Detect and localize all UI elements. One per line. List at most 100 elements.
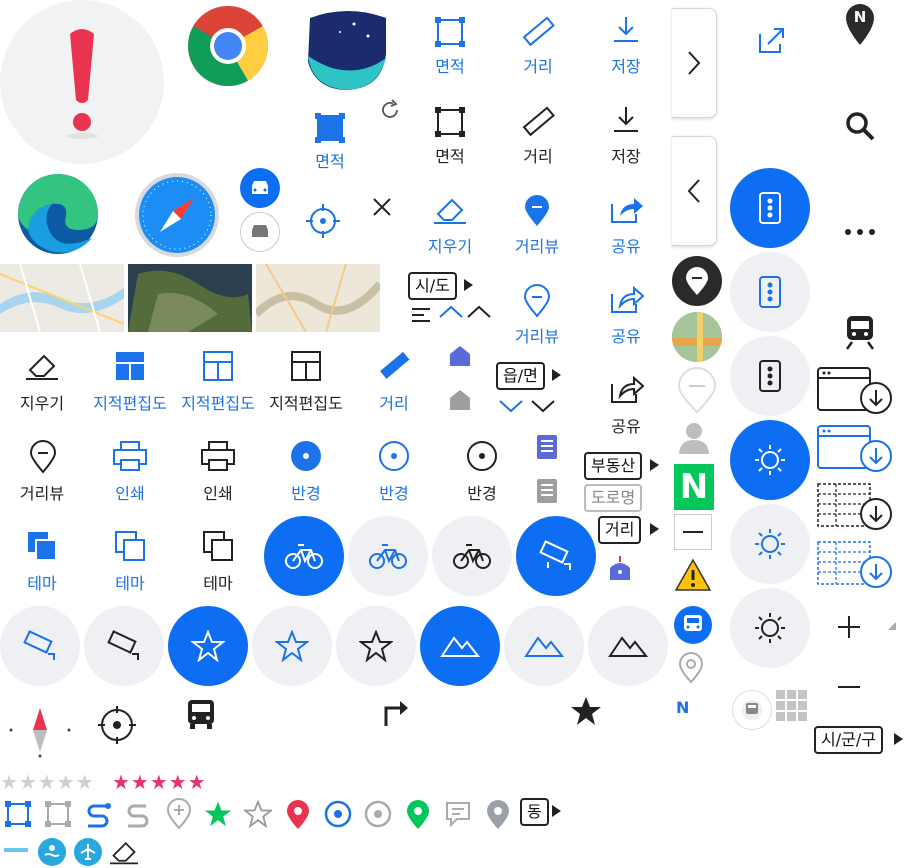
more-icon[interactable] xyxy=(844,226,876,238)
area-small-blue-icon[interactable] xyxy=(4,800,32,828)
train-icon[interactable] xyxy=(844,314,876,350)
star-filled-dark-icon[interactable] xyxy=(570,696,602,726)
chevron-up-icon[interactable] xyxy=(466,304,492,320)
bicycle-button[interactable] xyxy=(432,516,512,596)
download-table-blue-icon[interactable] xyxy=(816,540,894,590)
traffic-light-button[interactable] xyxy=(730,336,810,416)
chevron-up-blue-icon[interactable] xyxy=(438,304,464,320)
area-icon[interactable] xyxy=(434,106,466,138)
pin-red-icon[interactable] xyxy=(286,800,310,830)
pin-green-icon[interactable] xyxy=(406,800,430,830)
bicycle-active-button[interactable] xyxy=(264,516,344,596)
radius-icon[interactable] xyxy=(466,440,498,472)
panel-expand-tab[interactable] xyxy=(672,8,717,118)
speech-bubble-icon[interactable] xyxy=(444,800,472,828)
star-green-icon[interactable] xyxy=(204,800,232,828)
airport-icon[interactable] xyxy=(74,838,102,866)
map-mini-button[interactable] xyxy=(672,312,722,362)
print-icon[interactable] xyxy=(200,440,236,472)
radius-icon-blue[interactable] xyxy=(378,440,410,472)
star-outline-icon[interactable] xyxy=(244,800,272,828)
share-filled-icon[interactable] xyxy=(608,194,644,226)
location-target-icon[interactable] xyxy=(304,202,342,240)
export-icon[interactable] xyxy=(756,26,786,54)
house-blue-icon[interactable] xyxy=(448,344,472,368)
area-small-gray-icon[interactable] xyxy=(44,800,72,828)
radius-filled-icon[interactable] xyxy=(290,440,322,472)
ruler-filled-icon[interactable] xyxy=(376,348,412,384)
panel-collapse-tab[interactable] xyxy=(672,136,717,246)
download-window-blue-icon[interactable] xyxy=(816,424,894,474)
traffic-light-blue-button[interactable] xyxy=(730,252,810,332)
grid-icon[interactable] xyxy=(776,690,808,722)
turn-right-icon[interactable] xyxy=(380,696,412,728)
bicycle-blue-button[interactable] xyxy=(348,516,428,596)
document-blue-icon[interactable] xyxy=(536,434,558,460)
car-mode-button[interactable] xyxy=(240,212,280,252)
ruler-icon[interactable] xyxy=(520,104,556,140)
share-icon-blue[interactable] xyxy=(608,284,644,316)
document-gray-icon[interactable] xyxy=(536,478,558,504)
ruler-icon-blue[interactable] xyxy=(520,14,556,50)
pin-outline-gray-icon[interactable] xyxy=(678,652,704,684)
download-window-icon[interactable] xyxy=(816,366,894,416)
pin-dark-button[interactable] xyxy=(672,256,722,306)
area-select-filled-icon[interactable] xyxy=(314,112,346,144)
map-thumbnail-satellite[interactable] xyxy=(128,264,252,332)
search-icon[interactable] xyxy=(844,110,876,142)
print-icon-blue[interactable] xyxy=(112,440,148,472)
favorite-blue-button[interactable] xyxy=(252,606,332,686)
house-gray-icon[interactable] xyxy=(448,388,472,412)
cadastral-icon[interactable] xyxy=(290,350,322,382)
close-icon[interactable] xyxy=(371,196,393,218)
minus-box-icon[interactable] xyxy=(674,514,712,550)
theme-icon-blue[interactable] xyxy=(114,530,146,562)
theme-icon[interactable] xyxy=(202,530,234,562)
cadastral-filled-icon[interactable] xyxy=(114,350,146,382)
brightness-active-button[interactable] xyxy=(730,420,810,500)
chevron-down-icon[interactable] xyxy=(530,398,556,414)
target-gray-icon[interactable] xyxy=(364,800,392,828)
gps-target-icon[interactable] xyxy=(96,704,138,746)
chevron-down-blue-icon[interactable] xyxy=(498,398,524,414)
add-pin-icon[interactable] xyxy=(166,798,192,830)
download-icon-blue[interactable] xyxy=(610,14,642,46)
download-table-icon[interactable] xyxy=(816,482,894,532)
swim-icon[interactable] xyxy=(38,838,66,866)
theme-filled-icon[interactable] xyxy=(26,530,58,562)
favorite-active-button[interactable] xyxy=(168,606,248,686)
brightness-button[interactable] xyxy=(730,588,810,668)
pin-outline-large-icon[interactable] xyxy=(676,366,718,414)
cctv-button[interactable] xyxy=(84,606,164,686)
mountain-blue-button[interactable] xyxy=(504,606,584,686)
compass-icon[interactable] xyxy=(8,696,72,758)
share-icon[interactable] xyxy=(608,374,644,406)
download-icon[interactable] xyxy=(610,104,642,136)
refresh-icon[interactable] xyxy=(378,98,402,122)
bus-icon[interactable] xyxy=(186,698,216,730)
favorite-button[interactable] xyxy=(336,606,416,686)
cctv-blue-button[interactable] xyxy=(0,606,80,686)
traffic-light-active-button[interactable] xyxy=(730,168,810,248)
target-blue-icon[interactable] xyxy=(324,800,352,828)
eraser-icon[interactable] xyxy=(24,350,60,382)
bus-blue-button[interactable] xyxy=(674,606,712,644)
car-mode-active-button[interactable] xyxy=(240,168,280,208)
eraser-icon-blue[interactable] xyxy=(432,194,468,226)
zoom-out-icon[interactable] xyxy=(836,674,862,700)
zoom-in-icon[interactable] xyxy=(836,614,862,640)
distance-view-pin-filled-icon[interactable] xyxy=(522,194,552,228)
cadastral-icon-blue[interactable] xyxy=(202,350,234,382)
eraser-small-icon[interactable] xyxy=(108,838,140,866)
mountain-active-button[interactable] xyxy=(420,606,500,686)
route-blue-icon[interactable] xyxy=(84,800,112,828)
route-gray-icon[interactable] xyxy=(124,800,152,828)
distance-view-pin-dark-icon[interactable] xyxy=(28,440,58,474)
cctv-active-button[interactable] xyxy=(516,516,596,596)
area-icon-blue[interactable] xyxy=(434,16,466,48)
map-thumbnail-terrain[interactable] xyxy=(256,264,380,332)
bus-gray-button[interactable] xyxy=(732,690,772,730)
mountain-button[interactable] xyxy=(588,606,668,686)
distance-view-pin-icon[interactable] xyxy=(522,284,552,318)
align-left-icon[interactable] xyxy=(410,306,432,324)
